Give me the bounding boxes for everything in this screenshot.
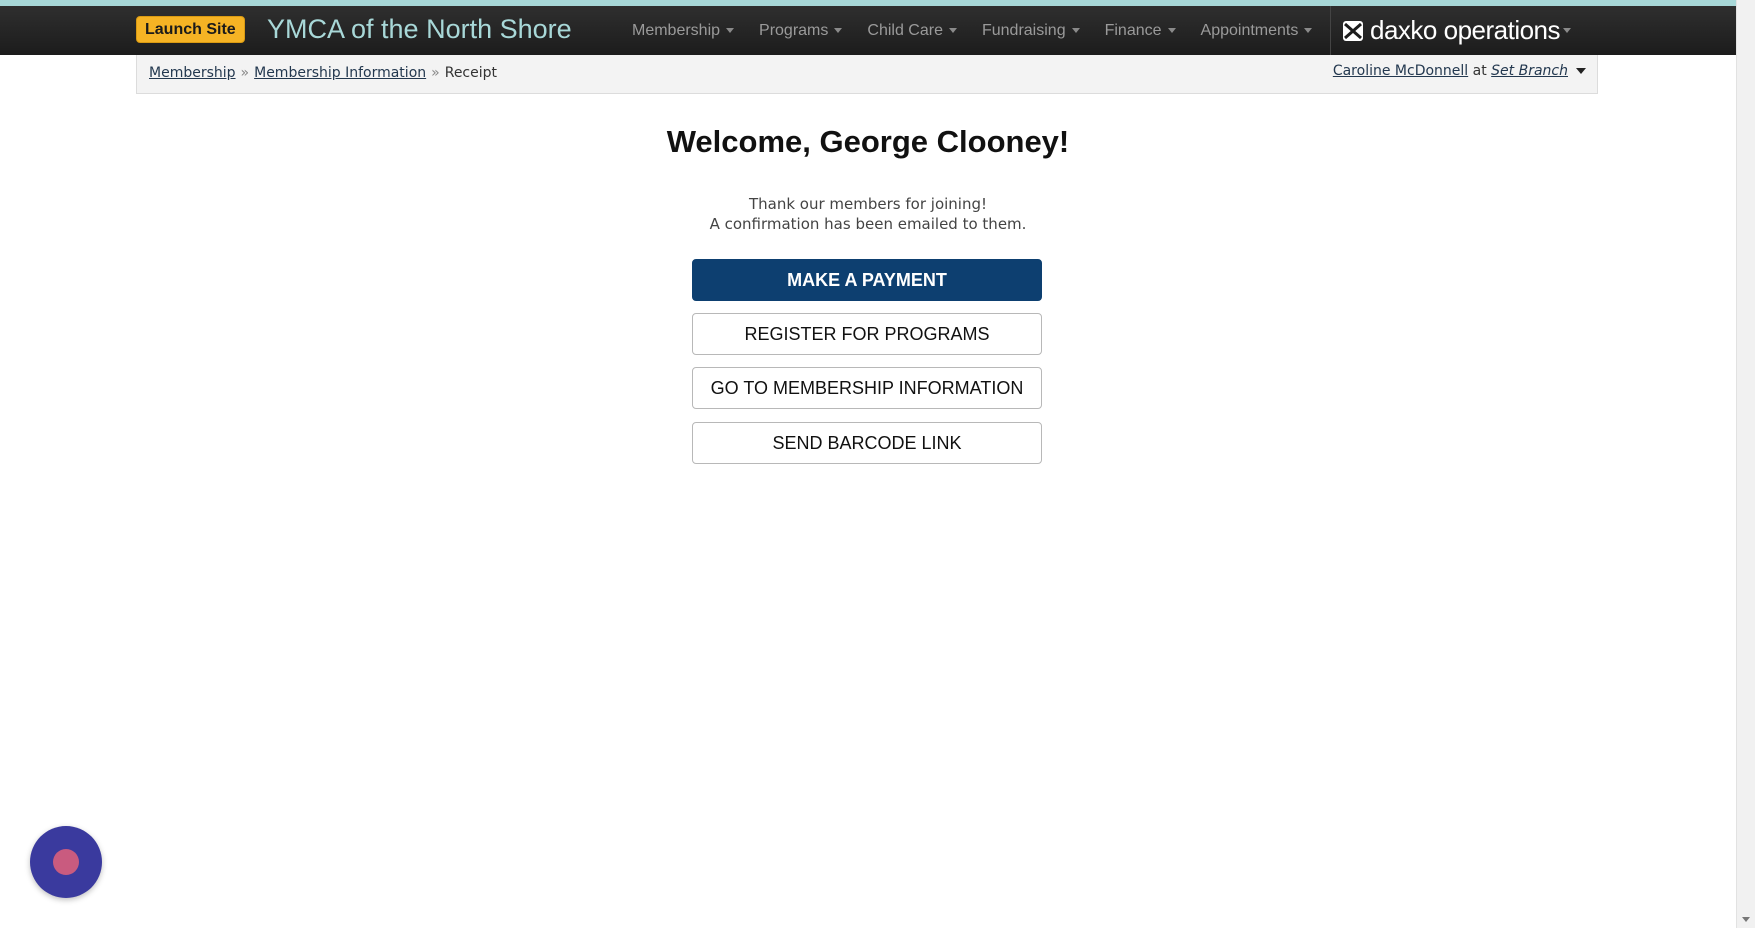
- menu-item-fundraising[interactable]: Fundraising: [970, 6, 1093, 55]
- main-menu: Membership Programs Child Care Fundraisi…: [620, 6, 1325, 55]
- breadcrumb-current: Receipt: [444, 65, 498, 81]
- message-line: Thank our members for joining!: [748, 195, 987, 213]
- user-branch-selector: Caroline McDonnell at Set Branch: [1333, 63, 1586, 79]
- vertical-scrollbar[interactable]: [1736, 0, 1755, 928]
- menu-item-label: Programs: [759, 22, 829, 39]
- breadcrumb-bar: Membership» Membership Information» Receip…: [136, 55, 1598, 94]
- breadcrumb: Membership» Membership Information» Receip…: [149, 65, 497, 81]
- breadcrumb-separator: »: [240, 65, 250, 81]
- menu-item-programs[interactable]: Programs: [747, 6, 855, 55]
- register-programs-button[interactable]: REGISTER FOR PROGRAMS: [692, 313, 1042, 355]
- membership-information-button[interactable]: GO TO MEMBERSHIP INFORMATION: [692, 367, 1042, 409]
- menu-item-membership[interactable]: Membership: [620, 6, 747, 55]
- user-name-link[interactable]: Caroline McDonnell: [1333, 63, 1468, 79]
- breadcrumb-link-membership[interactable]: Membership: [149, 65, 236, 81]
- chat-dot: [53, 849, 79, 875]
- page-title: Welcome, George Clooney!: [666, 124, 1070, 159]
- menu-item-label: Child Care: [867, 22, 943, 39]
- user-at-label: at: [1472, 63, 1487, 79]
- menu-item-label: Fundraising: [981, 22, 1066, 39]
- caret-down-icon: [1563, 28, 1572, 33]
- caret-down-icon: [948, 28, 957, 34]
- scroll-down-arrow-icon[interactable]: [1742, 917, 1750, 922]
- caret-down-icon: [1304, 28, 1313, 34]
- breadcrumb-link-membership-information[interactable]: Membership Information: [254, 65, 426, 81]
- caret-down-icon: [1071, 28, 1080, 34]
- daxko-brand-menu[interactable]: daxko operations: [1330, 6, 1598, 55]
- daxko-logo-icon: [1343, 20, 1363, 41]
- menu-item-label: Membership: [632, 22, 721, 39]
- set-branch-link[interactable]: Set Branch: [1491, 63, 1568, 79]
- make-payment-button[interactable]: MAKE A PAYMENT: [692, 259, 1042, 301]
- chat-bubble-icon[interactable]: [30, 826, 102, 898]
- caret-down-icon[interactable]: [1576, 68, 1586, 74]
- send-barcode-link-button[interactable]: SEND BARCODE LINK: [692, 422, 1042, 464]
- menu-item-label: Finance: [1104, 22, 1162, 39]
- menu-item-label: Appointments: [1200, 22, 1299, 39]
- site-title[interactable]: YMCA of the North Shore: [267, 12, 572, 46]
- menu-item-finance[interactable]: Finance: [1093, 6, 1189, 55]
- message-line: A confirmation has been emailed to them.: [709, 215, 1027, 233]
- top-navbar: Launch Site YMCA of the North Shore Memb…: [0, 6, 1736, 55]
- menu-item-appointments[interactable]: Appointments: [1189, 6, 1326, 55]
- navbar-inner: Launch Site YMCA of the North Shore Memb…: [136, 6, 1598, 55]
- breadcrumb-separator: »: [431, 65, 440, 81]
- menu-item-child-care[interactable]: Child Care: [855, 6, 970, 55]
- caret-down-icon: [726, 28, 735, 34]
- caret-down-icon: [834, 28, 843, 34]
- launch-site-button[interactable]: Launch Site: [136, 16, 245, 43]
- brand-name: daxko operations: [1370, 15, 1561, 45]
- caret-down-icon: [1167, 28, 1176, 34]
- confirmation-message: Thank our members for joining! A confirm…: [0, 194, 1736, 234]
